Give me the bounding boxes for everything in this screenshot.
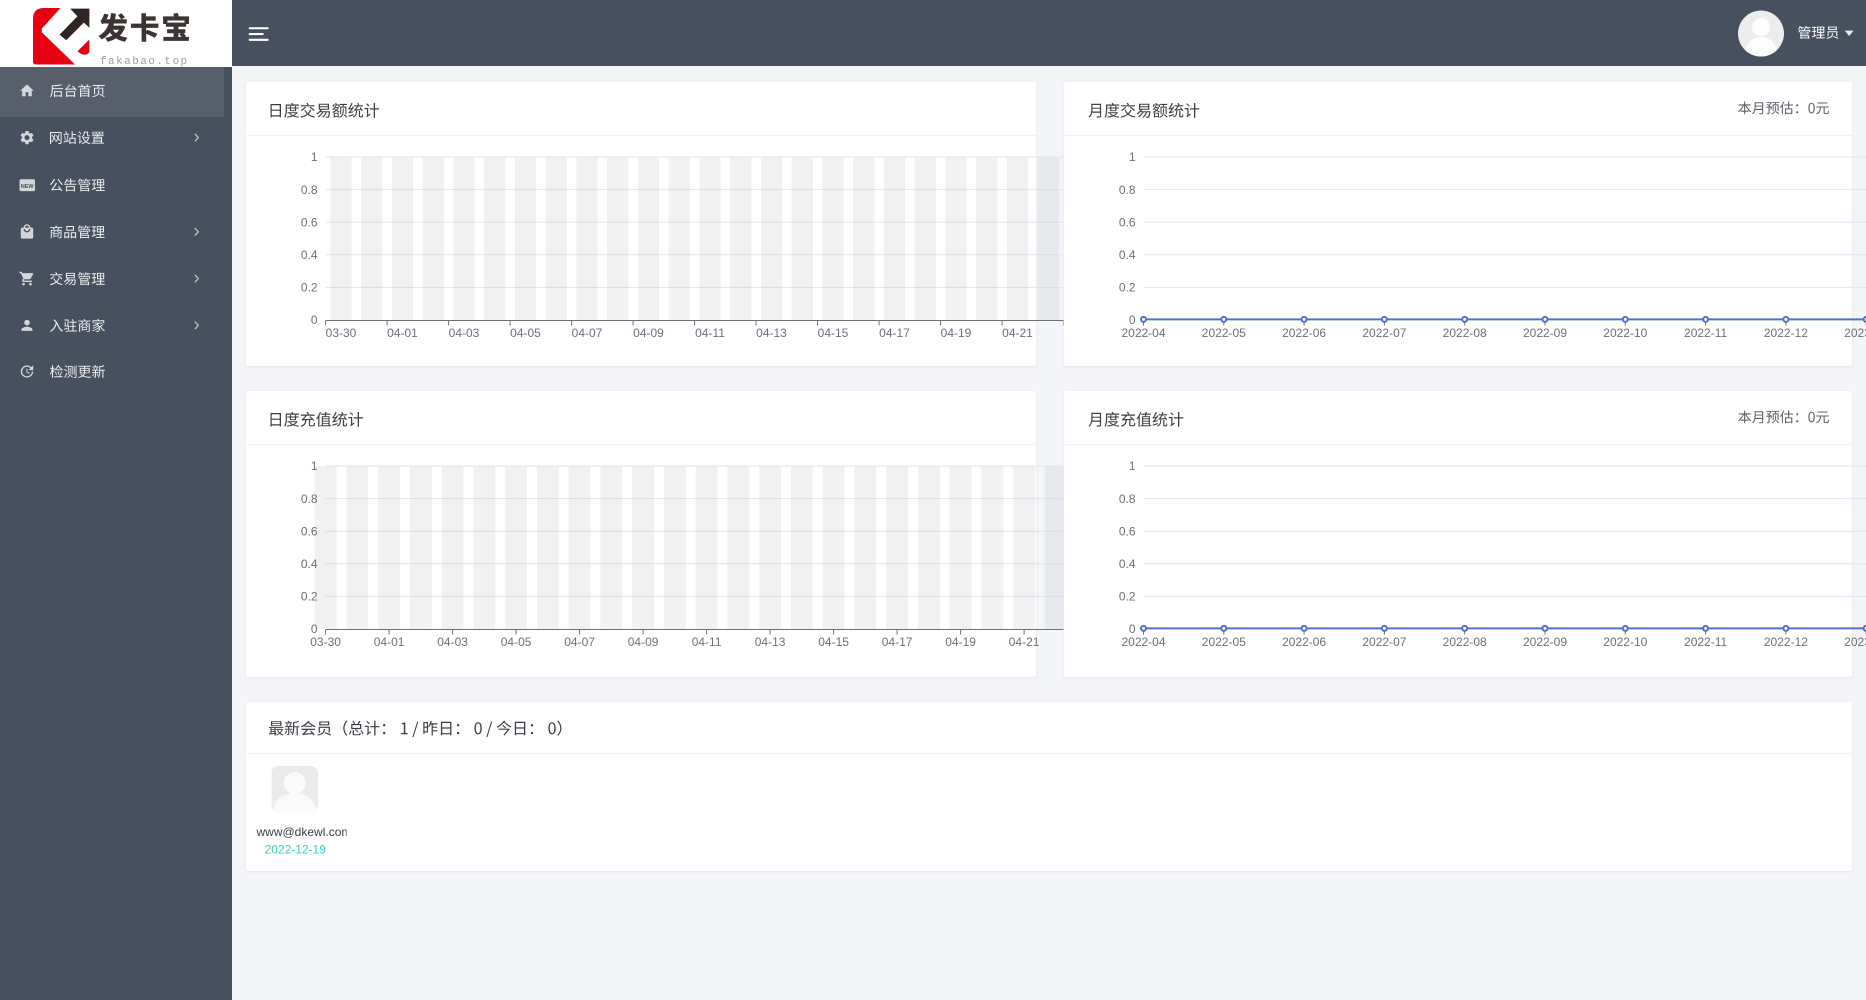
svg-text:2022-11: 2022-11 [1684,635,1727,649]
svg-text:2022-07: 2022-07 [1362,635,1406,649]
svg-text:04-15: 04-15 [818,326,849,340]
svg-text:04-09: 04-09 [633,326,664,340]
svg-text:0: 0 [1129,622,1136,636]
svg-text:0.2: 0.2 [1119,281,1136,295]
svg-text:fakabao.top: fakabao.top [100,56,189,68]
svg-text:04-17: 04-17 [879,326,910,340]
svg-text:04-07: 04-07 [572,326,603,340]
svg-text:03-30: 03-30 [310,635,341,649]
svg-text:0.4: 0.4 [1119,248,1136,262]
svg-text:2022-05: 2022-05 [1202,635,1246,649]
svg-text:0.2: 0.2 [301,281,318,295]
svg-text:04-11: 04-11 [692,635,722,649]
svg-text:www@dkewl.com: www@dkewl.com [256,825,352,839]
svg-text:2022-04: 2022-04 [1121,635,1165,649]
svg-text:0.4: 0.4 [301,248,318,262]
svg-text:04-07: 04-07 [564,635,595,649]
svg-text:2022-08: 2022-08 [1443,635,1487,649]
svg-text:0.6: 0.6 [1119,215,1136,229]
svg-text:0: 0 [311,313,318,327]
svg-text:1: 1 [1129,150,1136,164]
svg-text:04-01: 04-01 [374,635,405,649]
svg-text:04-05: 04-05 [501,635,532,649]
svg-text:2022-12-19: 2022-12-19 [265,842,327,856]
svg-text:04-03: 04-03 [437,635,468,649]
svg-text:1: 1 [311,150,318,164]
svg-text:2022-05: 2022-05 [1202,326,1246,340]
svg-text:2022-09: 2022-09 [1523,326,1567,340]
svg-text:04-17: 04-17 [882,635,913,649]
svg-text:2022-10: 2022-10 [1603,326,1647,340]
svg-text:0.6: 0.6 [1119,524,1136,538]
svg-text:0.6: 0.6 [301,524,318,538]
svg-text:0.8: 0.8 [301,492,318,506]
svg-text:03-30: 03-30 [326,326,357,340]
svg-text:04-23: 04-23 [1064,326,1095,340]
svg-text:04-21: 04-21 [1009,635,1040,649]
svg-text:2022-06: 2022-06 [1282,635,1326,649]
svg-text:1: 1 [311,459,318,473]
svg-text:0.2: 0.2 [1119,590,1136,604]
svg-text:NEW: NEW [21,184,34,190]
svg-text:2022-09: 2022-09 [1523,635,1567,649]
svg-text:2023-01: 2023-01 [1844,326,1866,340]
svg-text:04-19: 04-19 [941,326,972,340]
svg-text:2022-07: 2022-07 [1362,326,1406,340]
svg-text:0: 0 [1129,313,1136,327]
svg-text:2022-12: 2022-12 [1764,326,1808,340]
svg-text:2022-06: 2022-06 [1282,326,1326,340]
svg-text:2022-12: 2022-12 [1764,635,1808,649]
svg-text:04-03: 04-03 [449,326,480,340]
svg-text:04-13: 04-13 [756,326,787,340]
svg-text:0.6: 0.6 [301,215,318,229]
svg-text:04-01: 04-01 [387,326,418,340]
svg-text:2023-01: 2023-01 [1844,635,1866,649]
svg-text:04-21: 04-21 [1002,326,1033,340]
svg-text:04-15: 04-15 [818,635,849,649]
svg-text:04-11: 04-11 [695,326,725,340]
svg-text:0.8: 0.8 [301,183,318,197]
svg-text:0.8: 0.8 [1119,492,1136,506]
svg-text:04-13: 04-13 [755,635,786,649]
svg-text:2022-08: 2022-08 [1443,326,1487,340]
svg-text:2022-11: 2022-11 [1684,326,1727,340]
svg-text:0: 0 [311,622,318,636]
svg-text:0.8: 0.8 [1119,183,1136,197]
svg-text:0.4: 0.4 [1119,557,1136,571]
svg-text:0.2: 0.2 [301,590,318,604]
svg-text:04-19: 04-19 [945,635,976,649]
svg-text:1: 1 [1129,459,1136,473]
svg-text:0.4: 0.4 [301,557,318,571]
svg-text:2022-04: 2022-04 [1121,326,1165,340]
svg-text:04-09: 04-09 [628,635,659,649]
svg-text:2022-10: 2022-10 [1603,635,1647,649]
svg-text:04-05: 04-05 [510,326,541,340]
